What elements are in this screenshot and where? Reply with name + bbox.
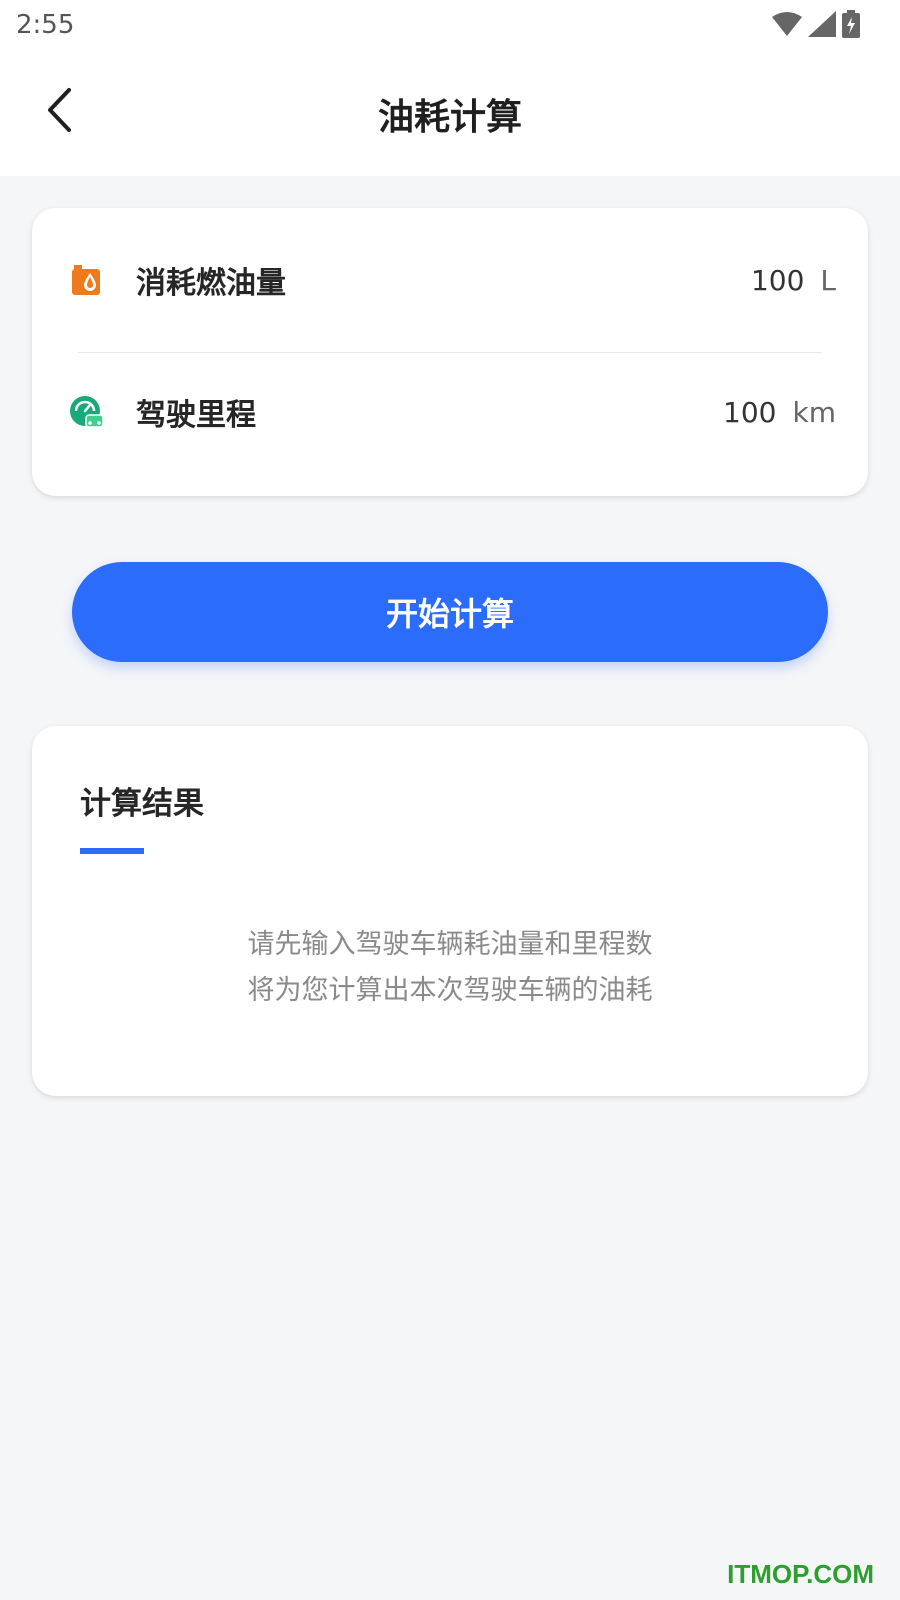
status-icons (772, 10, 860, 38)
result-hint-line-1: 请先输入驾驶车辆耗油量和里程数 (247, 929, 653, 960)
nav-bar: 油耗计算 (0, 50, 900, 176)
result-title-underline (80, 848, 144, 854)
battery-charging-icon (842, 10, 860, 38)
result-hint-line-2: 将为您计算出本次驾驶车辆的油耗 (247, 975, 653, 1006)
distance-unit: km (792, 395, 837, 429)
fuel-unit: L (820, 263, 836, 297)
wifi-icon (772, 12, 802, 36)
speedometer-car-icon (70, 396, 104, 428)
result-title: 计算结果 (80, 786, 204, 822)
distance-value-group: km (686, 395, 837, 429)
fuel-label: 消耗燃油量 (136, 266, 286, 301)
fuel-input[interactable] (714, 263, 805, 297)
fuel-row[interactable]: 消耗燃油量 L (32, 208, 868, 352)
fuel-can-icon (72, 265, 100, 295)
cellular-signal-icon (808, 11, 836, 37)
distance-label: 驾驶里程 (136, 398, 256, 433)
distance-input[interactable] (686, 395, 777, 429)
result-hint: 请先输入驾驶车辆耗油量和里程数 将为您计算出本次驾驶车辆的油耗 (32, 922, 868, 1014)
watermark: ITMOP.COM (727, 1559, 874, 1589)
status-bar: 2:55 (0, 0, 900, 50)
page-title: 油耗计算 (377, 97, 522, 138)
status-time: 2:55 (16, 10, 75, 40)
calculate-button[interactable]: 开始计算 (72, 562, 828, 662)
input-card: 消耗燃油量 L 驾驶里程 km (32, 208, 868, 496)
result-card: 计算结果 请先输入驾驶车辆耗油量和里程数 将为您计算出本次驾驶车辆的油耗 (32, 726, 868, 1096)
distance-row[interactable]: 驾驶里程 km (32, 352, 868, 472)
fuel-value-group: L (714, 263, 836, 297)
